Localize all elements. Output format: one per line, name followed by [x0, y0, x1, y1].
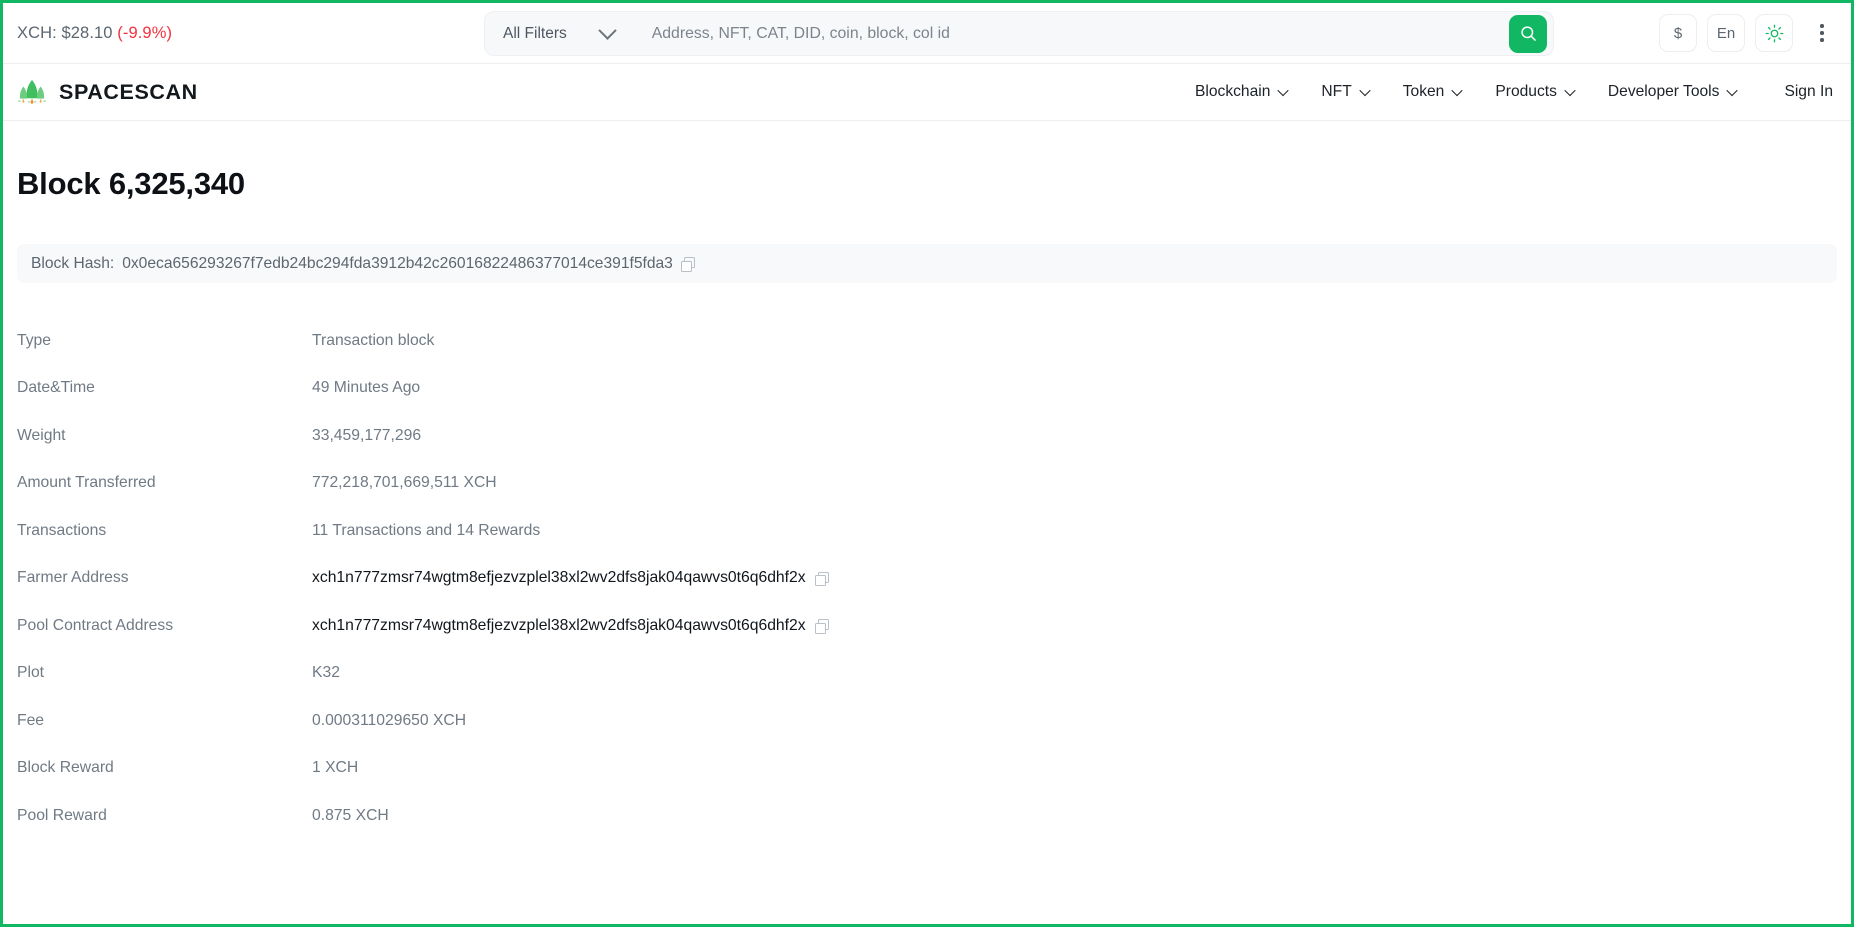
- sun-icon: [1765, 24, 1783, 42]
- nav-item-developer-tools[interactable]: Developer Tools: [1607, 83, 1739, 101]
- row-value-wrapper: xch1n777zmsr74wgtm8efjezvzplel38xl2wv2df…: [312, 569, 830, 587]
- row-label: Fee: [17, 711, 45, 729]
- copy-icon[interactable]: [814, 619, 830, 634]
- row-label: Weight: [17, 426, 66, 444]
- nav-item-token[interactable]: Token: [1402, 83, 1464, 101]
- brand-name: SPACESCAN: [59, 79, 198, 104]
- sign-in-link[interactable]: Sign In: [1784, 83, 1833, 101]
- block-detail-page: Block 6,325,340 Block Hash: 0x0eca656293…: [3, 166, 1851, 840]
- row-label: Pool Reward: [17, 806, 107, 824]
- row-value: 11 Transactions and 14 Rewards: [312, 521, 541, 539]
- detail-row-fee: Fee 0.000311029650 XCH: [17, 697, 1837, 745]
- farmer-address-value[interactable]: xch1n777zmsr74wgtm8efjezvzplel38xl2wv2df…: [312, 569, 806, 587]
- row-label: Farmer Address: [17, 569, 129, 587]
- nav-label-developer-tools: Developer Tools: [1607, 83, 1720, 100]
- detail-row-pool-contract-address: Pool Contract Address xch1n777zmsr74wgtm…: [17, 602, 1837, 650]
- page-title: Block 6,325,340: [17, 166, 245, 201]
- main-navigation-bar: SPACESCAN Blockchain NFT Token Products …: [3, 64, 1851, 121]
- chevron-down-icon: [1277, 84, 1290, 97]
- nav-label-token: Token: [1402, 83, 1445, 100]
- row-value: 0.875 XCH: [312, 806, 389, 824]
- chevron-down-icon: [598, 21, 617, 40]
- xch-price-label: XCH: $28.10: [17, 23, 113, 42]
- copy-icon[interactable]: [680, 257, 696, 272]
- all-filters-label: All Filters: [503, 24, 567, 42]
- detail-row-farmer-address: Farmer Address xch1n777zmsr74wgtm8efjezv…: [17, 555, 1837, 603]
- nav-label-nft: NFT: [1321, 83, 1352, 100]
- nav-label-products: Products: [1495, 83, 1557, 100]
- block-hash-value: 0x0eca656293267f7edb24bc294fda3912b42c26…: [122, 254, 673, 272]
- top-actions: $ En: [1659, 14, 1841, 52]
- nav-item-nft[interactable]: NFT: [1321, 83, 1371, 101]
- global-search-bar: All Filters: [484, 11, 1554, 56]
- currency-switcher-button[interactable]: $: [1659, 14, 1697, 52]
- row-label: Plot: [17, 664, 45, 682]
- top-utility-bar: XCH: $28.10 (-9.9%) All Filters $ En: [3, 3, 1851, 64]
- detail-row-amount-transferred: Amount Transferred 772,218,701,669,511 X…: [17, 460, 1837, 508]
- chevron-down-icon: [1451, 84, 1464, 97]
- row-label: Amount Transferred: [17, 474, 156, 492]
- block-hash-label: Block Hash:: [31, 254, 115, 272]
- detail-row-type: Type Transaction block: [17, 317, 1837, 365]
- block-detail-rows: Type Transaction block Date&Time 49 Minu…: [17, 317, 1837, 840]
- detail-row-transactions: Transactions 11 Transactions and 14 Rewa…: [17, 507, 1837, 555]
- row-label: Date&Time: [17, 379, 95, 397]
- nav-links: Blockchain NFT Token Products Developer …: [1195, 83, 1833, 101]
- row-value-wrapper: xch1n777zmsr74wgtm8efjezvzplel38xl2wv2df…: [312, 617, 830, 635]
- chevron-down-icon: [1726, 84, 1739, 97]
- nav-item-products[interactable]: Products: [1495, 83, 1576, 101]
- chevron-down-icon: [1564, 84, 1576, 97]
- nav-item-blockchain[interactable]: Blockchain: [1195, 83, 1290, 101]
- detail-row-block-reward: Block Reward 1 XCH: [17, 745, 1837, 793]
- row-value: 33,459,177,296: [312, 426, 422, 444]
- detail-row-plot: Plot K32: [17, 650, 1837, 698]
- brand-home-link[interactable]: SPACESCAN: [17, 79, 198, 105]
- xch-price-change: (-9.9%): [117, 23, 173, 42]
- browser-viewport: XCH: $28.10 (-9.9%) All Filters $ En: [0, 0, 1854, 927]
- search-input[interactable]: [651, 24, 1509, 43]
- xch-price-ticker: XCH: $28.10 (-9.9%): [17, 24, 172, 43]
- row-value: 0.000311029650 XCH: [312, 711, 467, 729]
- row-label: Pool Contract Address: [17, 616, 174, 634]
- row-label: Block Reward: [17, 759, 114, 777]
- language-switcher-button[interactable]: En: [1707, 14, 1745, 52]
- pool-contract-address-value[interactable]: xch1n777zmsr74wgtm8efjezvzplel38xl2wv2df…: [312, 617, 806, 635]
- block-hash-bar: Block Hash: 0x0eca656293267f7edb24bc294f…: [17, 244, 1837, 283]
- row-value: Transaction block: [312, 331, 435, 349]
- chevron-down-icon: [1359, 84, 1371, 97]
- detail-row-pool-reward: Pool Reward 0.875 XCH: [17, 792, 1837, 840]
- row-value: 1 XCH: [312, 759, 359, 777]
- more-menu-button[interactable]: [1803, 14, 1841, 52]
- row-value: 49 Minutes Ago: [312, 379, 421, 397]
- detail-row-datetime: Date&Time 49 Minutes Ago: [17, 365, 1837, 413]
- row-value: K32: [312, 664, 340, 682]
- row-label: Type: [17, 331, 52, 349]
- row-value: 772,218,701,669,511 XCH: [312, 474, 497, 492]
- spacescan-rocket-logo: [18, 80, 46, 105]
- theme-toggle-button[interactable]: [1755, 14, 1793, 52]
- currency-label: $: [1673, 24, 1683, 42]
- row-label: Transactions: [17, 521, 107, 539]
- search-button[interactable]: [1509, 14, 1547, 53]
- search-icon: [1520, 26, 1536, 41]
- vertical-dots-icon: [1820, 24, 1824, 42]
- all-filters-select[interactable]: All Filters: [503, 21, 617, 43]
- detail-row-weight: Weight 33,459,177,296: [17, 412, 1837, 460]
- copy-icon[interactable]: [814, 571, 830, 587]
- language-label: En: [1716, 24, 1736, 42]
- sign-in-label: Sign In: [1784, 83, 1833, 100]
- nav-label-blockchain: Blockchain: [1195, 83, 1271, 100]
